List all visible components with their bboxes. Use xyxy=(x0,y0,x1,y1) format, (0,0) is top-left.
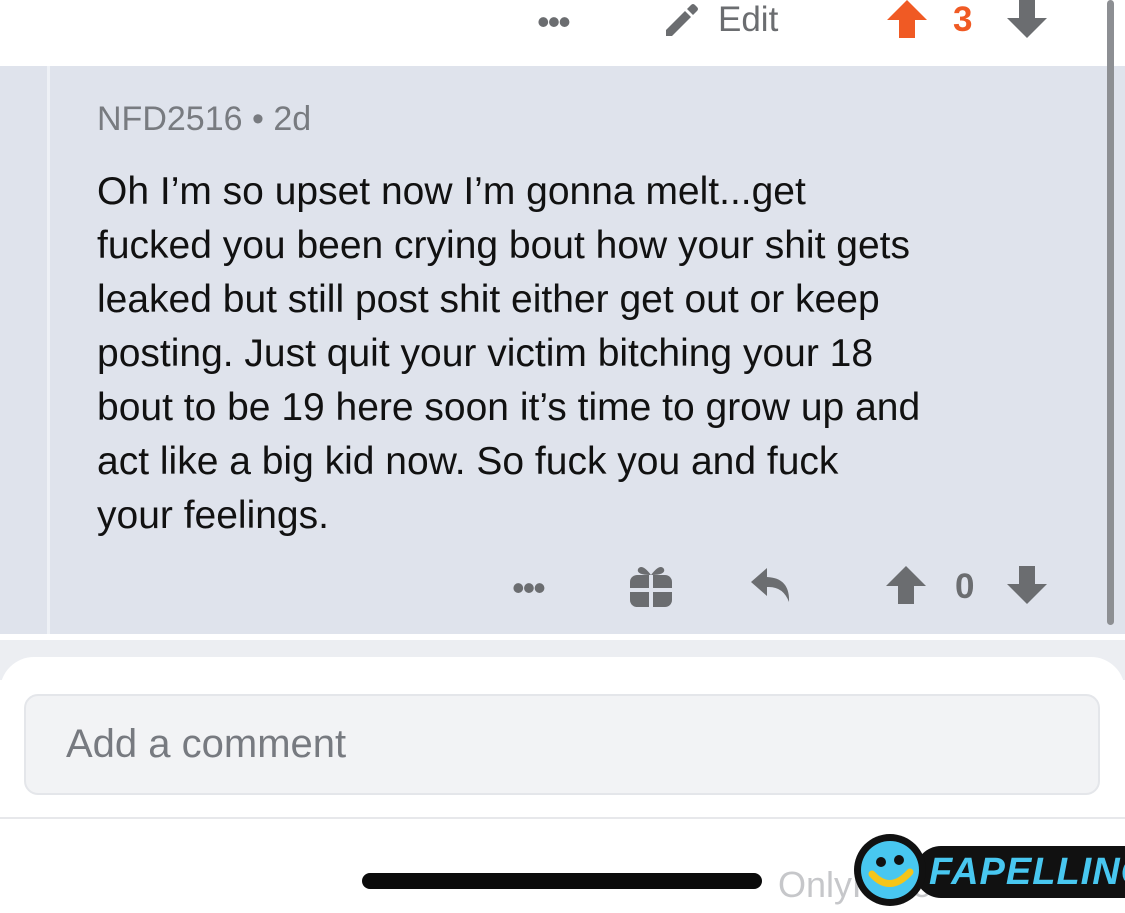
upvote-icon[interactable] xyxy=(886,0,928,40)
reply-icon[interactable] xyxy=(749,566,795,606)
divider xyxy=(0,817,1125,819)
comment-meta: NFD2516 • 2d xyxy=(97,100,311,139)
watermark-logo-icon xyxy=(852,832,928,908)
meta-separator: • xyxy=(251,100,264,138)
comment-body: Oh I’m so upset now I’m gonna melt...get… xyxy=(97,170,921,537)
thread-line[interactable] xyxy=(47,66,50,634)
comment-vote-count: 0 xyxy=(955,567,975,606)
watermark-logo-text: FAPELLINO xyxy=(915,846,1125,898)
comment-author[interactable]: NFD2516 xyxy=(97,100,243,138)
pencil-icon xyxy=(660,0,700,40)
add-comment-input[interactable] xyxy=(24,694,1100,795)
edit-button[interactable]: Edit xyxy=(718,0,778,40)
scrollbar[interactable] xyxy=(1107,0,1114,625)
comment-age: 2d xyxy=(273,100,312,138)
comment-downvote-icon[interactable] xyxy=(1006,566,1048,606)
downvote-icon[interactable] xyxy=(1006,0,1048,40)
comment-more-options-button[interactable]: ••• xyxy=(512,570,546,606)
parent-vote-count: 3 xyxy=(953,0,973,39)
home-indicator[interactable] xyxy=(362,873,762,889)
comment-upvote-icon[interactable] xyxy=(885,566,927,606)
parent-more-options-button[interactable]: ••• xyxy=(537,4,571,40)
gift-icon[interactable] xyxy=(628,563,674,609)
